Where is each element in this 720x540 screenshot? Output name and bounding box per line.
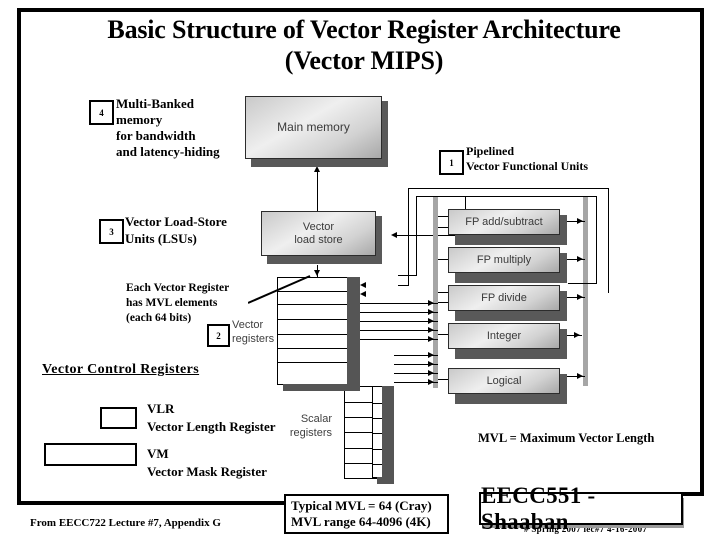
callout-1-line-1: Pipelined <box>466 144 515 158</box>
operand-line-v3 <box>360 321 438 322</box>
block-logical: Logical <box>448 368 560 394</box>
writeback-inner-bottom <box>568 283 597 284</box>
label-vector-registers-line-2: registers <box>232 333 275 345</box>
label-vector-registers: Vector registers <box>232 318 274 346</box>
block-fp-add-subtract: FP add/subtract <box>448 209 560 235</box>
writeback-loop-outer-return <box>398 285 409 286</box>
leader-line-each-vector-register <box>248 275 311 304</box>
arrow-operand-s1 <box>428 351 434 358</box>
slide-canvas: Basic Structure of Vector Register Archi… <box>0 0 720 540</box>
callout-4-line-4: and latency-hiding <box>116 144 220 159</box>
vm-abbrev: VM <box>147 446 169 461</box>
arrow-fu2-output <box>577 293 583 300</box>
result-bus-right <box>583 196 588 386</box>
page-title: Basic Structure of Vector Register Archi… <box>28 14 700 76</box>
arrow-operand-v4 <box>428 326 434 333</box>
typical-mvl-box: Typical MVL = 64 (Cray) MVL range 64-409… <box>284 494 449 534</box>
writeback-loop-inner-return <box>398 275 417 276</box>
writeback-loop-inner-top <box>416 196 596 197</box>
callout-text-pipelined-vector-functional-units: Pipelined Vector Functional Units <box>466 144 588 174</box>
arrow-fu4-output <box>577 372 583 379</box>
callout-4-line-1: Multi-Banked <box>116 96 195 111</box>
annotation-evr-line-1: Each Vector Register <box>126 282 230 294</box>
arrow-fu3-output <box>574 331 580 338</box>
arrow-fu1-output <box>577 255 583 262</box>
vlr-label-group: VLR Vector Length Register <box>147 400 276 436</box>
callout-number-4: 4 <box>89 100 114 125</box>
arrow-writeback-2 <box>360 291 366 297</box>
callout-3-line-2: Units (LSUs) <box>125 231 197 246</box>
mvl-definition-text: MVL = Maximum Vector Length <box>478 431 655 445</box>
callout-text-multi-banked-memory: Multi-Banked memory for bandwidth and la… <box>116 96 220 160</box>
arrow-operand-v1 <box>428 299 434 306</box>
typical-mvl-line-2: MVL range 64-4096 (4K) <box>291 514 431 529</box>
block-vls-line-1: Vector <box>302 220 335 233</box>
operand-line-v4 <box>360 330 438 331</box>
operand-line-v1 <box>360 303 438 304</box>
callout-number-2: 2 <box>207 324 230 347</box>
arrow-operand-s2 <box>428 360 434 367</box>
writeback-loop-outer-left <box>408 188 409 285</box>
writeback-loop-inner-left <box>416 196 417 275</box>
arrow-operand-v2 <box>428 308 434 315</box>
callout-number-1: 1 <box>439 150 464 175</box>
arrow-fu0-output <box>577 217 583 224</box>
label-scalar-registers: Scalar registers <box>290 412 332 440</box>
writeback-loop-outer-right <box>608 188 609 293</box>
annotation-evr-line-2: has MVL elements <box>126 297 218 309</box>
arrow-writeback-1 <box>360 282 366 288</box>
label-scalar-registers-line-1: Scalar <box>300 413 332 425</box>
arrow-operand-v3 <box>428 317 434 324</box>
vlr-register-box <box>100 407 137 429</box>
block-integer: Integer <box>448 323 560 349</box>
callout-number-3: 3 <box>99 219 124 244</box>
course-banner: EECC551 - Shaaban <box>479 483 683 534</box>
callout-4-line-3: for bandwidth <box>116 128 196 143</box>
footer-source-text: From EECC722 Lecture #7, Appendix G <box>30 517 221 529</box>
slide-border-top <box>17 8 704 12</box>
arrow-operand-s4 <box>428 378 434 385</box>
callout-text-vector-load-store-units: Vector Load-Store Units (LSUs) <box>125 213 227 247</box>
scalar-reg-left-edge <box>344 386 345 479</box>
slide-border-right <box>700 8 704 496</box>
label-scalar-registers-line-2: registers <box>289 427 332 439</box>
block-vls-line-2: load store <box>294 233 343 246</box>
typical-mvl-line-1: Typical MVL = 64 (Cray) <box>291 498 432 513</box>
arrow-crossbar-to-lsu <box>391 231 397 238</box>
callout-4-line-2: memory <box>116 112 163 127</box>
page-title-line-2: (Vector MIPS) <box>284 46 444 75</box>
slide-border-bottom-left <box>17 501 317 505</box>
vm-register-box <box>44 443 137 466</box>
bus-memory-to-lsu <box>317 170 318 212</box>
slide-border-left <box>17 8 21 505</box>
page-title-line-1: Basic Structure of Vector Register Archi… <box>107 15 621 44</box>
label-vector-registers-line-1: Vector <box>232 319 264 331</box>
vector-register-file-right-edge <box>347 277 360 390</box>
vlr-abbrev: VLR <box>147 401 175 416</box>
writeback-loop-inner-right <box>596 196 597 283</box>
callout-1-line-2: Vector Functional Units <box>466 159 589 173</box>
scalar-register-file-bottom-edge <box>377 477 394 484</box>
section-heading-vector-control-registers: Vector Control Registers <box>42 362 200 377</box>
scalar-register-file-right-edge <box>382 386 394 482</box>
vector-register-file-bottom-edge <box>283 384 360 391</box>
arrow-operand-v5 <box>428 335 434 342</box>
writeback-loop-outer-top <box>408 188 609 189</box>
annotation-each-vector-register: Each Vector Register has MVL elements (e… <box>126 281 229 326</box>
block-main-memory: Main memory <box>245 96 382 159</box>
block-vector-load-store: Vector load store <box>261 211 376 256</box>
vlr-full-name: Vector Length Register <box>147 419 276 434</box>
vm-full-name: Vector Mask Register <box>147 464 267 479</box>
callout-3-line-1: Vector Load-Store <box>125 214 227 229</box>
block-fp-divide: FP divide <box>448 285 560 311</box>
vm-label-group: VM Vector Mask Register <box>147 445 267 481</box>
operand-line-v5 <box>360 339 438 340</box>
operand-line-v2 <box>360 312 438 313</box>
block-fp-multiply: FP multiply <box>448 247 560 273</box>
arrow-operand-s3 <box>428 369 434 376</box>
